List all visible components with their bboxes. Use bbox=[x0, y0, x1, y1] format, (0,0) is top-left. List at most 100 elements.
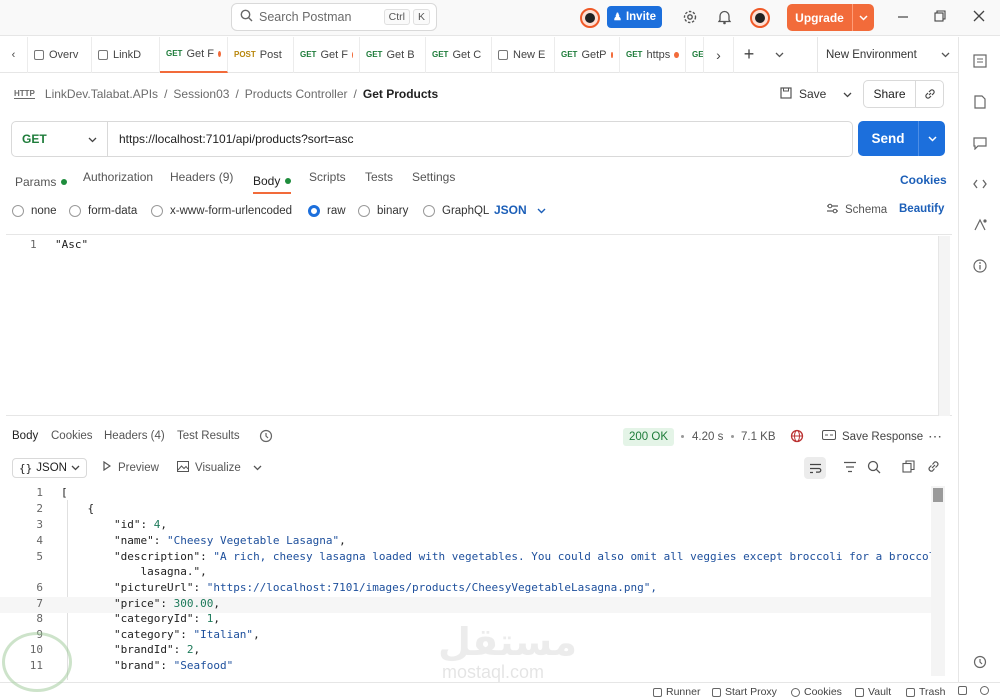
chevron-down-icon[interactable] bbox=[843, 87, 852, 101]
footer-cookies-button[interactable]: Cookies bbox=[791, 686, 842, 698]
notification-bell-icon[interactable] bbox=[717, 9, 732, 28]
radio-urlencoded[interactable]: x-www-form-urlencoded bbox=[151, 204, 292, 218]
tab-settings[interactable]: Settings bbox=[412, 170, 455, 194]
radio-form-data[interactable]: form-data bbox=[69, 204, 137, 218]
help-icon[interactable] bbox=[980, 686, 989, 695]
share-button[interactable]: Share bbox=[863, 80, 944, 108]
start-proxy-button[interactable]: Start Proxy bbox=[712, 686, 777, 698]
radio-raw[interactable]: raw bbox=[308, 204, 346, 218]
save-response-button[interactable]: Save Response bbox=[822, 430, 923, 443]
tabs-menu-chevron-icon[interactable] bbox=[764, 37, 794, 73]
tab-headers[interactable]: Headers (9) bbox=[170, 170, 233, 194]
radio-graphql[interactable]: GraphQL bbox=[423, 204, 489, 218]
breadcrumb-folder-session[interactable]: Session03 bbox=[173, 87, 229, 101]
documentation-icon[interactable] bbox=[972, 94, 988, 110]
response-history-icon[interactable] bbox=[259, 429, 273, 446]
tab-10[interactable]: GE bbox=[686, 36, 704, 73]
info-icon[interactable] bbox=[972, 258, 988, 274]
search-icon[interactable] bbox=[867, 460, 881, 477]
new-tab-plus-icon[interactable]: + bbox=[734, 37, 764, 73]
breadcrumb-folder-controller[interactable]: Products Controller bbox=[245, 87, 348, 101]
related-collections-icon[interactable] bbox=[972, 217, 988, 233]
tab-3[interactable]: POST Post bbox=[228, 36, 294, 73]
environment-selector[interactable]: New Environment bbox=[817, 37, 958, 73]
settings-gear-icon[interactable] bbox=[682, 9, 698, 28]
response-tab-body[interactable]: Body bbox=[12, 430, 38, 442]
response-tab-cookies[interactable]: Cookies bbox=[51, 430, 93, 442]
response-format-select[interactable]: {} JSON bbox=[12, 458, 87, 478]
radio-none[interactable]: none bbox=[12, 204, 57, 218]
tabs-scroll-right-icon[interactable]: › bbox=[704, 36, 734, 73]
chevron-down-icon[interactable] bbox=[253, 462, 262, 474]
runner-button[interactable]: Runner bbox=[653, 686, 700, 698]
tab-7[interactable]: New E bbox=[492, 36, 555, 73]
visualize-button[interactable]: Visualize bbox=[177, 461, 262, 475]
status-badge[interactable]: 200 OK bbox=[623, 428, 674, 446]
user-avatar[interactable] bbox=[750, 8, 770, 28]
preview-button[interactable]: Preview bbox=[103, 460, 159, 474]
more-options-icon[interactable]: ⋯ bbox=[928, 428, 942, 445]
tab-9[interactable]: GET https bbox=[620, 36, 686, 73]
restore-icon[interactable] bbox=[934, 10, 946, 25]
tab-4[interactable]: GET Get F bbox=[294, 36, 360, 73]
breadcrumb-current[interactable]: Get Products bbox=[363, 87, 438, 101]
request-body-editor[interactable]: 1 "Asc" bbox=[6, 234, 952, 416]
tab-6[interactable]: GET Get C bbox=[426, 36, 492, 73]
chevron-down-icon[interactable] bbox=[918, 121, 945, 156]
team-avatar[interactable] bbox=[580, 8, 600, 28]
response-tab-headers[interactable]: Headers (4) bbox=[104, 430, 165, 442]
trash-button[interactable]: Trash bbox=[906, 686, 945, 698]
code-icon[interactable] bbox=[972, 176, 988, 192]
copy-icon[interactable] bbox=[902, 460, 915, 476]
tab-body[interactable]: Body bbox=[253, 170, 292, 194]
comments-icon[interactable] bbox=[972, 135, 988, 151]
tab-scripts[interactable]: Scripts bbox=[309, 170, 346, 194]
cookies-link[interactable]: Cookies bbox=[900, 173, 947, 187]
upgrade-button[interactable]: Upgrade bbox=[787, 4, 874, 31]
code-line[interactable]: 5 "description": "A rich, cheesy lasagna… bbox=[0, 550, 944, 566]
wrap-lines-icon[interactable] bbox=[804, 457, 826, 479]
save-button[interactable]: Save bbox=[780, 82, 852, 106]
code-line[interactable]: 7 "price": 300.00, bbox=[0, 597, 944, 613]
code-line[interactable]: 1[ bbox=[0, 486, 944, 502]
response-tab-test-results[interactable]: Test Results bbox=[177, 430, 240, 442]
method-select[interactable]: GET bbox=[12, 122, 108, 156]
close-icon[interactable] bbox=[973, 10, 985, 25]
response-size[interactable]: 7.1 KB bbox=[741, 431, 776, 443]
chevron-down-icon[interactable] bbox=[852, 4, 874, 31]
response-scrollbar[interactable] bbox=[931, 486, 945, 676]
network-globe-icon[interactable] bbox=[790, 429, 804, 446]
request-body-text[interactable]: "Asc" bbox=[55, 238, 88, 251]
response-time[interactable]: 4.20 s bbox=[692, 431, 723, 443]
search-input[interactable]: Search Postman Ctrl K bbox=[231, 3, 437, 31]
tab-1[interactable]: LinkD bbox=[92, 36, 160, 73]
filter-icon[interactable] bbox=[843, 461, 857, 476]
history-icon[interactable] bbox=[972, 654, 988, 670]
body-format-select[interactable]: JSON bbox=[494, 203, 546, 217]
code-line[interactable]: lasagna.", bbox=[0, 565, 944, 581]
url-input[interactable]: https://localhost:7101/api/products?sort… bbox=[108, 132, 353, 146]
code-line[interactable]: 6 "pictureUrl": "https://localhost:7101/… bbox=[0, 581, 944, 597]
tab-authorization[interactable]: Authorization bbox=[83, 170, 153, 194]
beautify-button[interactable]: Beautify bbox=[899, 203, 944, 215]
tabs-scroll-left-icon[interactable]: ‹ bbox=[0, 36, 28, 73]
code-line[interactable]: 3 "id": 4, bbox=[0, 518, 944, 534]
schema-button[interactable]: Schema bbox=[826, 203, 887, 217]
minimize-icon[interactable] bbox=[897, 11, 909, 26]
send-button[interactable]: Send bbox=[858, 121, 945, 156]
code-line[interactable]: 4 "name": "Cheesy Vegetable Lasagna", bbox=[0, 534, 944, 550]
tab-8[interactable]: GET GetP bbox=[555, 36, 620, 73]
tab-tests[interactable]: Tests bbox=[365, 170, 393, 194]
scrollbar-thumb[interactable] bbox=[933, 488, 943, 502]
tab-2[interactable]: GET Get F bbox=[160, 36, 228, 73]
request-editor-scrollbar[interactable] bbox=[938, 236, 950, 416]
tab-params[interactable]: Params bbox=[15, 170, 68, 194]
vault-button[interactable]: Vault bbox=[855, 686, 891, 698]
api-icon[interactable] bbox=[972, 53, 988, 69]
tab-0[interactable]: Overv bbox=[28, 36, 92, 73]
breadcrumb-collection[interactable]: LinkDev.Talabat.APIs bbox=[45, 87, 158, 101]
code-line[interactable]: 2 { bbox=[0, 502, 944, 518]
invite-button[interactable]: ♟ Invite bbox=[607, 6, 662, 28]
layout-grid-icon[interactable] bbox=[958, 686, 967, 695]
link-icon[interactable] bbox=[927, 460, 940, 476]
